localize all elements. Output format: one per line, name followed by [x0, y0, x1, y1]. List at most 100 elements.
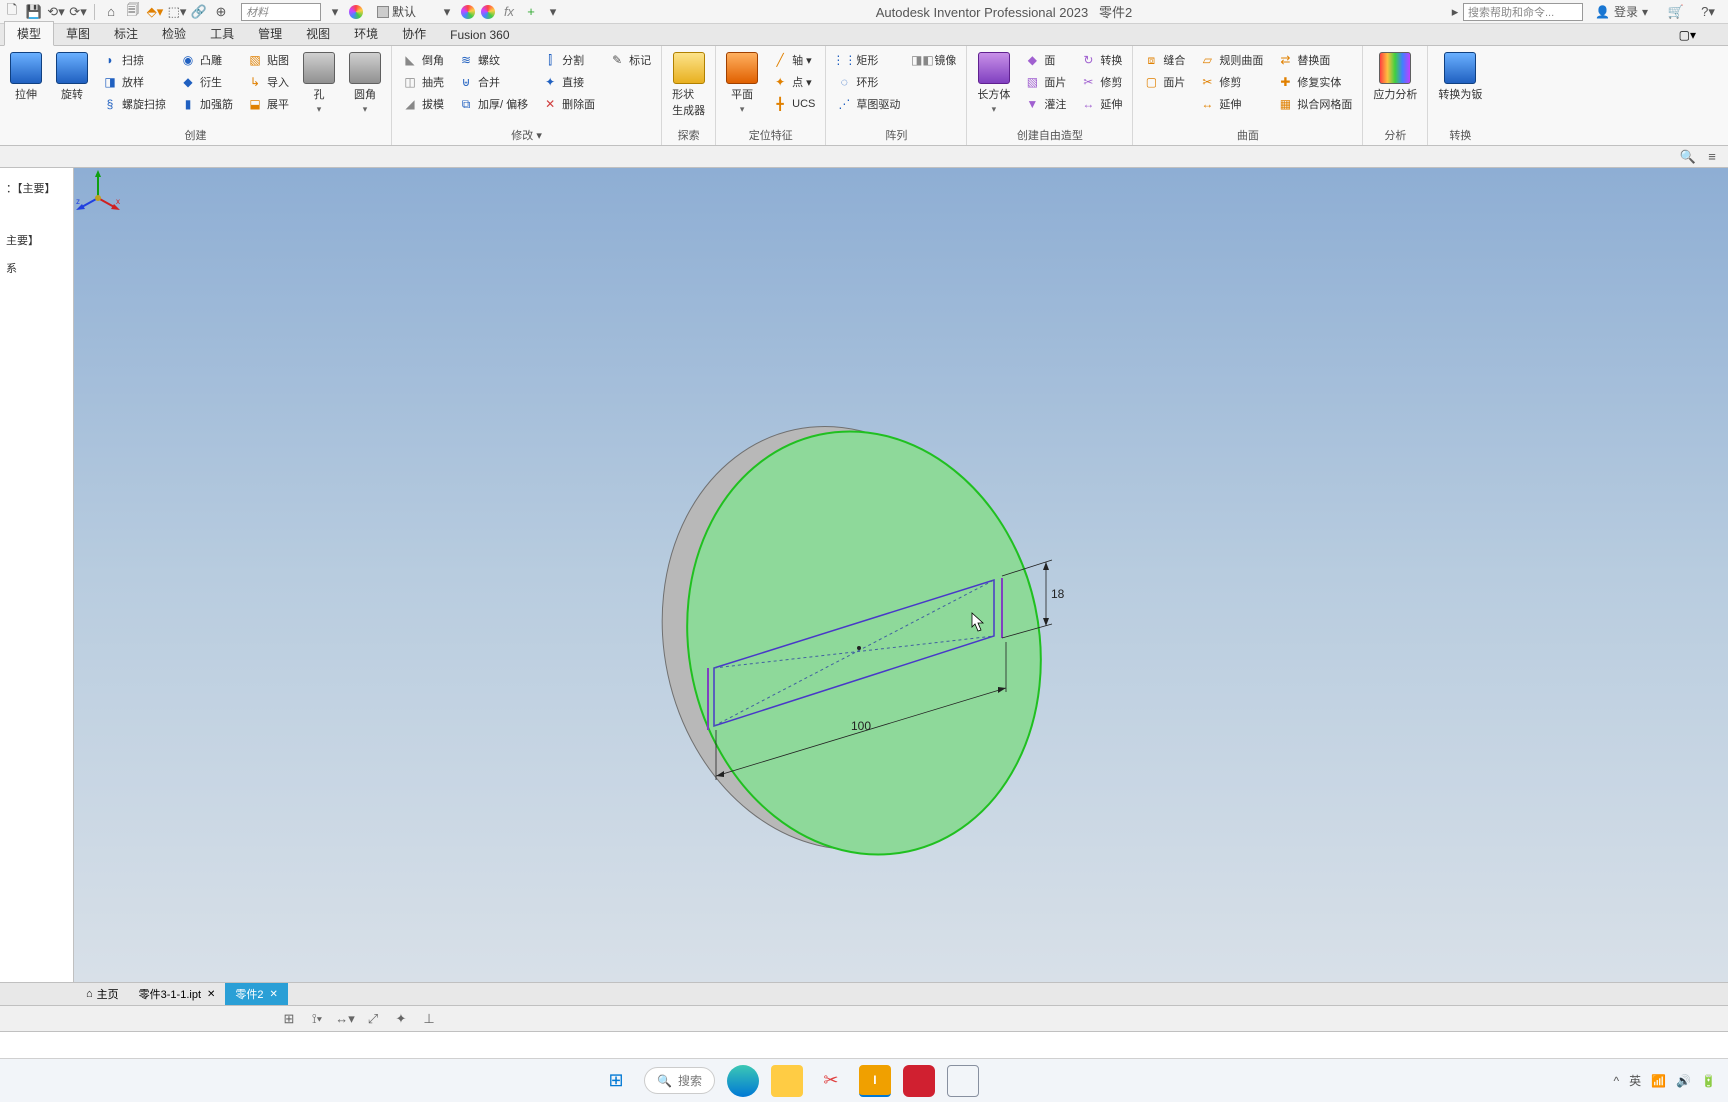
rect-pattern-button[interactable]: ⋮⋮矩形 [832, 50, 904, 70]
viewport[interactable]: 100 18 z x [74, 168, 1728, 982]
sculpt-button[interactable]: ▼灌注 [1020, 94, 1070, 114]
help-search-input[interactable]: 搜索帮助和命令... [1463, 3, 1583, 21]
face-button[interactable]: ◆面 [1020, 50, 1070, 70]
shell-button[interactable]: ◫抽壳 [398, 72, 448, 92]
home-icon[interactable]: ⌂ [103, 4, 119, 20]
emboss-button[interactable]: ◉凸雕 [176, 50, 237, 70]
perp-icon[interactable]: ⊥ [420, 1010, 438, 1028]
app-icon[interactable] [903, 1065, 935, 1097]
loft-button[interactable]: ◨放样 [98, 72, 170, 92]
convert-ff-button[interactable]: ↻转换 [1076, 50, 1126, 70]
stress-button[interactable]: 应力分析 [1369, 50, 1421, 104]
tree-item[interactable]: 主要】 [4, 226, 69, 254]
dropdown-icon[interactable]: ▾ [439, 4, 455, 20]
import-button[interactable]: ↳导入 [243, 72, 293, 92]
snap-icon[interactable]: ⊞ [280, 1010, 298, 1028]
point-button[interactable]: ✦点 ▾ [768, 72, 819, 92]
rib-button[interactable]: ▮加强筋 [176, 94, 237, 114]
ruled-button[interactable]: ▱规则曲面 [1195, 50, 1267, 70]
edge-icon[interactable] [727, 1065, 759, 1097]
extrude-button[interactable]: 拉伸 [6, 50, 46, 104]
mirror-button[interactable]: ◨◧镜像 [910, 50, 960, 70]
color-ball-icon[interactable] [349, 5, 363, 19]
thread-button[interactable]: ≋螺纹 [454, 50, 532, 70]
tab-sketch[interactable]: 草图 [54, 22, 102, 45]
sheet-icon[interactable]: 🗐 [125, 4, 141, 20]
color-ball3-icon[interactable] [481, 5, 495, 19]
extend-surf-button[interactable]: ↔延伸 [1195, 94, 1267, 114]
tab-collaborate[interactable]: 协作 [390, 22, 438, 45]
wifi-icon[interactable]: 📶 [1651, 1074, 1666, 1088]
tree-item[interactable]: ：【主要】 [4, 174, 69, 202]
draft-button[interactable]: ◢拔模 [398, 94, 448, 114]
grid-icon[interactable]: ✦ [392, 1010, 410, 1028]
color-ball2-icon[interactable] [461, 5, 475, 19]
ime-indicator[interactable]: 英 [1629, 1072, 1641, 1089]
menu-icon[interactable]: ≡ [1704, 149, 1720, 165]
derive-button[interactable]: ◆衍生 [176, 72, 237, 92]
assemble-icon[interactable]: ⬘▾ [147, 4, 163, 20]
unfold-button[interactable]: ⬓展平 [243, 94, 293, 114]
doc-tab-home[interactable]: ⌂主页 [76, 983, 129, 1005]
decal-button[interactable]: ▧贴图 [243, 50, 293, 70]
login-button[interactable]: 👤 登录 ▾ [1595, 3, 1648, 20]
model-browser[interactable]: ：【主要】 主要】 系 [0, 168, 74, 982]
repair-button[interactable]: ✚修复实体 [1273, 72, 1356, 92]
split-button[interactable]: ⫿分割 [538, 50, 599, 70]
tab-environment[interactable]: 环境 [342, 22, 390, 45]
material-dropdown[interactable]: 材料 [241, 3, 321, 21]
cart-icon[interactable]: 🛒 [1668, 4, 1684, 20]
new-icon[interactable]: 🗋 [4, 4, 20, 20]
app2-icon[interactable] [947, 1065, 979, 1097]
close-icon[interactable]: ✕ [207, 989, 215, 1000]
fitmesh-button[interactable]: ▦拟合网格面 [1273, 94, 1356, 114]
globe-icon[interactable]: ⊕ [213, 4, 229, 20]
panel-label[interactable]: 修改 ▾ [398, 125, 655, 145]
tab-manage[interactable]: 管理 [246, 22, 294, 45]
thicken-button[interactable]: ⧉加厚/ 偏移 [454, 94, 532, 114]
combine-button[interactable]: ⊎合并 [454, 72, 532, 92]
start-button[interactable]: ⊞ [600, 1065, 632, 1097]
tab-appearance-toggle[interactable]: ▢▾ [1667, 25, 1708, 45]
sketch-pattern-button[interactable]: ⋰草图驱动 [832, 94, 904, 114]
revolve-button[interactable]: 旋转 [52, 50, 92, 104]
taskbar-search[interactable]: 🔍搜索 [644, 1067, 715, 1094]
patch-surf-button[interactable]: ▢面片 [1139, 72, 1189, 92]
chamfer-button[interactable]: ◣倒角 [398, 50, 448, 70]
volume-icon[interactable]: 🔊 [1676, 1074, 1691, 1088]
doc-tab-file2[interactable]: 零件2✕ [225, 983, 288, 1005]
tab-model[interactable]: 模型 [4, 21, 54, 46]
tab-inspect[interactable]: 检验 [150, 22, 198, 45]
tab-annotate[interactable]: 标注 [102, 22, 150, 45]
tree-item[interactable]: 系 [4, 254, 69, 282]
help-icon[interactable]: ?▾ [1700, 4, 1716, 20]
trim-button[interactable]: ✂修剪 [1076, 72, 1126, 92]
appearance-dropdown[interactable]: 默认 [373, 3, 433, 21]
customize-icon[interactable]: ▾ [545, 4, 561, 20]
fx-icon[interactable]: fx [501, 4, 517, 20]
search-go-icon[interactable]: ▸ [1447, 4, 1463, 20]
close-icon[interactable]: ✕ [270, 989, 278, 1000]
inventor-icon[interactable]: I [859, 1065, 891, 1097]
patch-button[interactable]: ▧面片 [1020, 72, 1070, 92]
tray-chevron-icon[interactable]: ^ [1613, 1074, 1619, 1088]
tab-view[interactable]: 视图 [294, 22, 342, 45]
mark-button[interactable]: ✎标记 [605, 50, 655, 70]
axis-button[interactable]: ╱轴 ▾ [768, 50, 819, 70]
battery-icon[interactable]: 🔋 [1701, 1074, 1716, 1088]
redo-icon[interactable]: ⟳▾ [70, 4, 86, 20]
doc-tab-file1[interactable]: 零件3-1-1.ipt✕ [129, 983, 226, 1005]
deleteface-button[interactable]: ✕删除面 [538, 94, 599, 114]
replace-button[interactable]: ⇄替换面 [1273, 50, 1356, 70]
dropdown-icon[interactable]: ▾ [327, 4, 343, 20]
shapegen-button[interactable]: 形状 生成器 [668, 50, 709, 120]
circ-pattern-button[interactable]: ◌环形 [832, 72, 904, 92]
box-button[interactable]: 长方体▾ [973, 50, 1014, 117]
scale-icon[interactable]: ⤢ [364, 1010, 382, 1028]
tab-tools[interactable]: 工具 [198, 22, 246, 45]
hole-button[interactable]: 孔▾ [299, 50, 339, 117]
sew-button[interactable]: ⧈缝合 [1139, 50, 1189, 70]
dimension-icon[interactable]: ↔▾ [336, 1010, 354, 1028]
direct-button[interactable]: ✦直接 [538, 72, 599, 92]
trim-surf-button[interactable]: ✂修剪 [1195, 72, 1267, 92]
